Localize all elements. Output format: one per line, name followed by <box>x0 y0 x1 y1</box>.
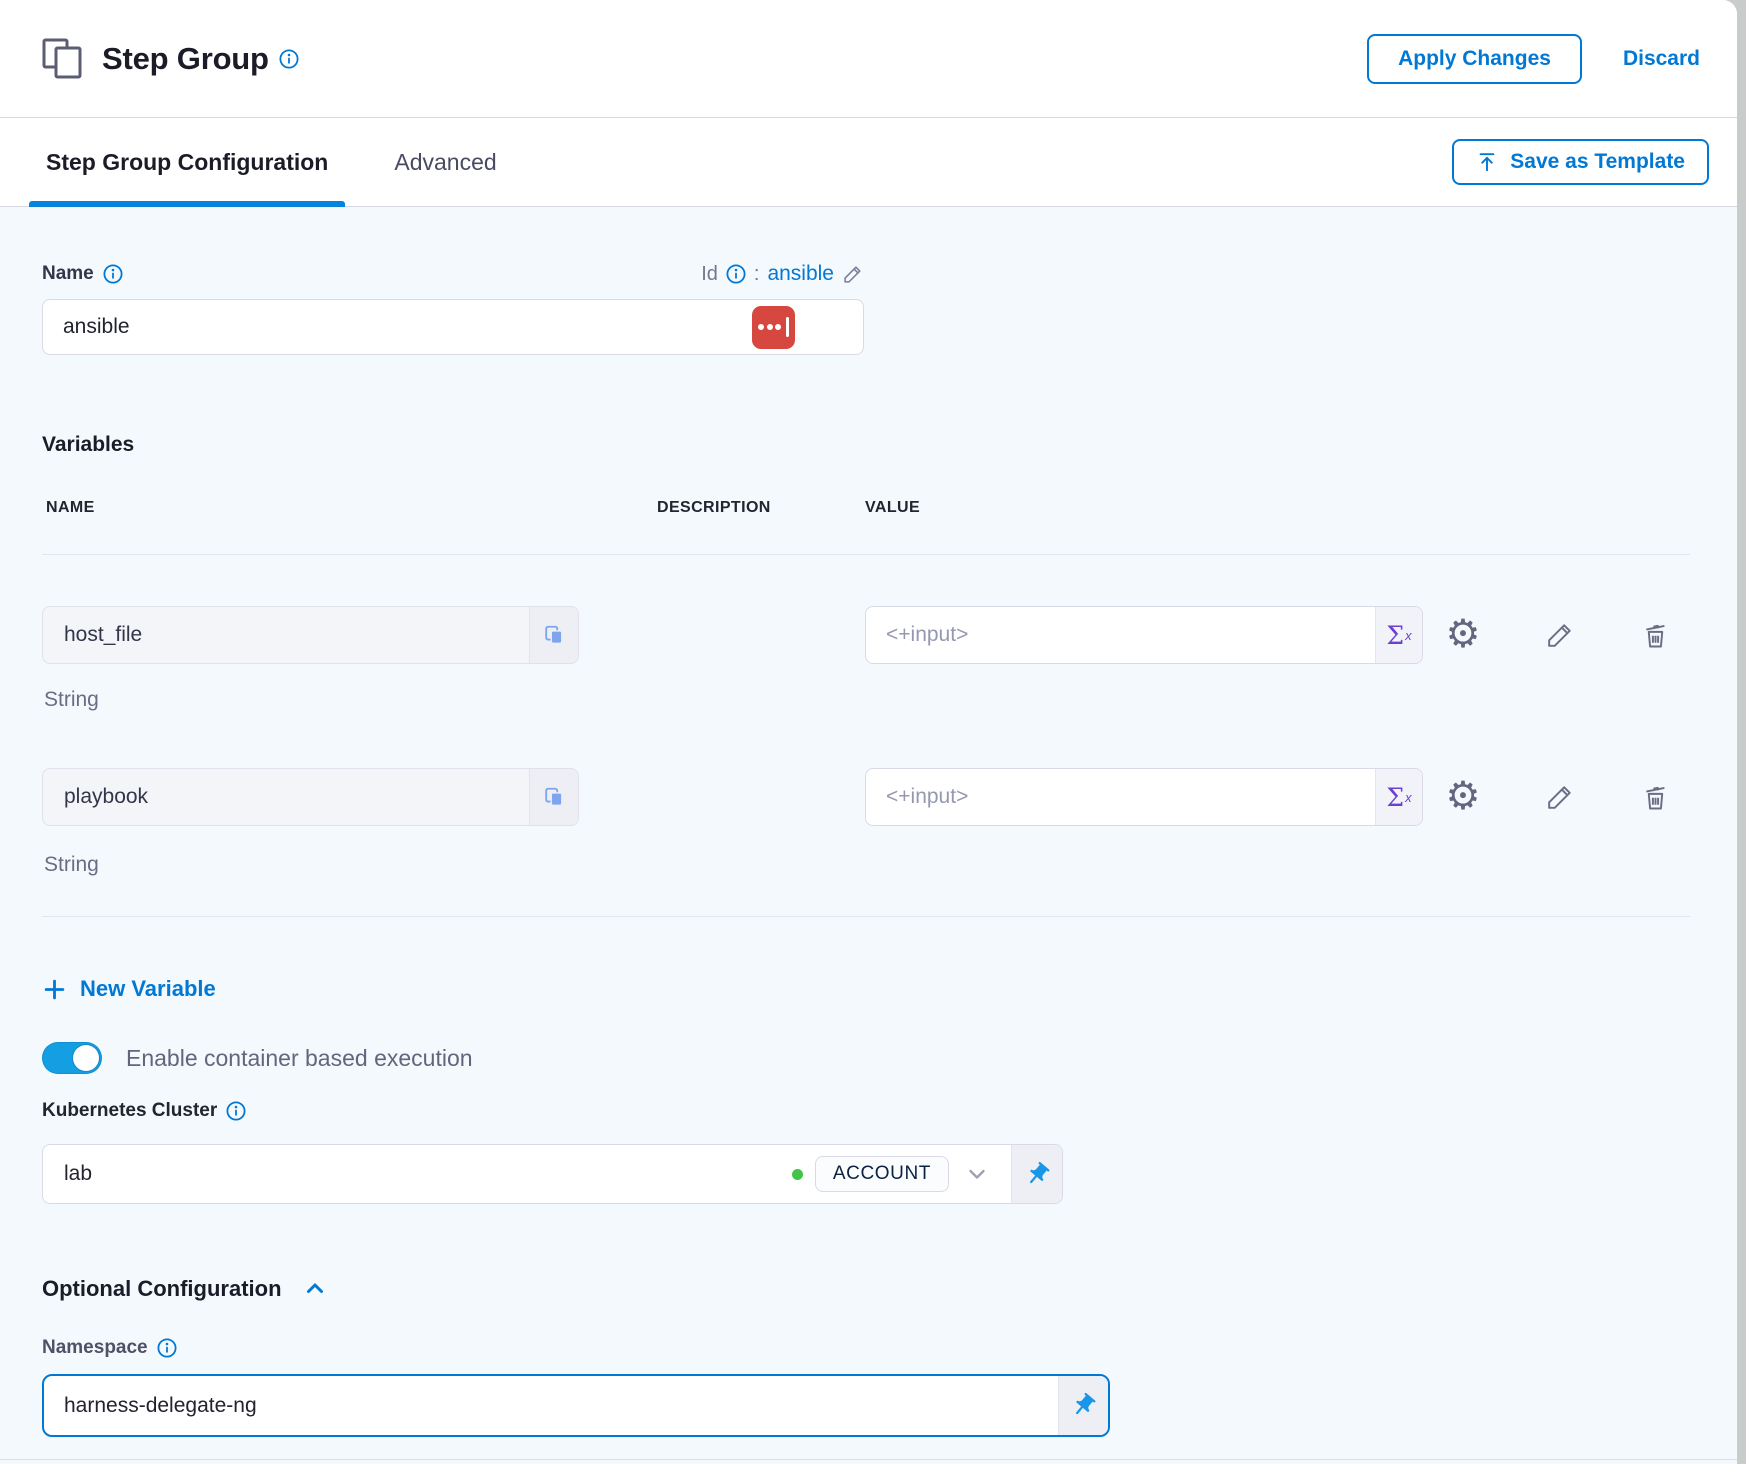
panel-header: Step Group Apply Changes Discard <box>0 0 1737 118</box>
step-group-configuration-form: Name Id : ansible <box>0 207 1737 1464</box>
pencil-icon <box>1544 620 1575 651</box>
variable-edit-button[interactable] <box>1542 780 1576 814</box>
variables-table-header: NAME DESCRIPTION VALUE <box>42 499 1737 517</box>
variable-row: playbook Σx ⚙ <box>42 768 1737 826</box>
connector-status-dot <box>792 1169 803 1180</box>
container-execution-label: Enable container based execution <box>126 1045 473 1072</box>
column-name: NAME <box>42 499 657 517</box>
entity-id-block: Id : ansible <box>701 262 864 286</box>
edit-id-icon[interactable] <box>842 263 864 285</box>
divider <box>0 1459 1737 1460</box>
copy-button[interactable] <box>529 769 578 825</box>
kubernetes-cluster-label: Kubernetes Cluster <box>42 1100 217 1122</box>
info-icon[interactable] <box>157 1338 177 1358</box>
name-label-group: Name <box>42 263 123 285</box>
pin-icon <box>1024 1161 1051 1188</box>
namespace-label-group: Namespace <box>42 1337 1737 1359</box>
discard-button[interactable]: Discard <box>1623 47 1700 71</box>
new-variable-label: New Variable <box>80 976 216 1002</box>
tab-bar: Step Group Configuration Advanced Save a… <box>0 118 1737 207</box>
namespace-input[interactable] <box>44 1376 1058 1435</box>
variable-name-field: host_file <box>42 606 579 664</box>
kubernetes-cluster-input[interactable] <box>64 1162 792 1186</box>
upload-icon <box>1476 151 1498 173</box>
chevron-up-icon <box>303 1277 327 1301</box>
trash-icon <box>1640 782 1671 813</box>
password-manager-icon[interactable] <box>752 306 795 349</box>
tab-advanced[interactable]: Advanced <box>377 118 513 206</box>
name-input-group <box>42 299 864 355</box>
optional-configuration-title: Optional Configuration <box>42 1276 282 1302</box>
divider <box>42 916 1690 917</box>
namespace-field <box>42 1374 1110 1437</box>
variable-value-input[interactable] <box>866 769 1375 825</box>
kubernetes-cluster-field: ACCOUNT <box>42 1144 1063 1204</box>
tab-step-group-configuration[interactable]: Step Group Configuration <box>29 118 345 206</box>
copy-icon <box>543 624 565 646</box>
container-execution-toggle[interactable] <box>42 1042 102 1074</box>
copy-button[interactable] <box>529 607 578 663</box>
info-icon[interactable] <box>103 264 123 284</box>
kubernetes-cluster-select[interactable]: ACCOUNT <box>43 1145 1011 1203</box>
page-title: Step Group <box>102 41 269 77</box>
pin-icon <box>1070 1392 1097 1419</box>
chevron-down-icon[interactable] <box>965 1162 989 1186</box>
kubernetes-cluster-label-group: Kubernetes Cluster <box>42 1100 1737 1122</box>
save-as-template-button[interactable]: Save as Template <box>1452 139 1709 185</box>
info-icon[interactable] <box>226 1101 246 1121</box>
variables-title: Variables <box>42 433 1737 457</box>
step-group-panel: Step Group Apply Changes Discard Step Gr… <box>0 0 1737 1464</box>
sigma-icon: Σ <box>1386 621 1404 650</box>
variable-name-field: playbook <box>42 768 579 826</box>
optional-configuration-header[interactable]: Optional Configuration <box>42 1276 327 1302</box>
name-input[interactable] <box>63 315 752 339</box>
variable-type-label: String <box>44 688 1737 715</box>
pencil-icon <box>1544 782 1575 813</box>
new-variable-button[interactable]: New Variable <box>42 976 216 1002</box>
id-value: ansible <box>767 262 834 286</box>
container-execution-row: Enable container based execution <box>42 1042 1737 1074</box>
trash-icon <box>1640 620 1671 651</box>
sigma-sup: x <box>1405 628 1412 643</box>
variable-settings-button[interactable]: ⚙ <box>1446 780 1480 814</box>
namespace-label: Namespace <box>42 1337 148 1359</box>
save-as-template-label: Save as Template <box>1510 150 1685 174</box>
step-group-icon <box>40 36 86 82</box>
name-label: Name <box>42 263 94 285</box>
name-id-row: Name Id : ansible <box>42 207 864 286</box>
plus-icon <box>42 977 67 1002</box>
variable-value-field: Σx <box>865 606 1423 664</box>
variable-type-label: String <box>44 853 1737 880</box>
variable-edit-button[interactable] <box>1542 618 1576 652</box>
toggle-knob <box>73 1045 99 1071</box>
sigma-sup: x <box>1405 790 1412 805</box>
variable-name-value: playbook <box>43 769 529 825</box>
copy-icon <box>543 786 565 808</box>
info-icon[interactable] <box>279 49 299 69</box>
variable-value-field: Σx <box>865 768 1423 826</box>
sigma-icon: Σ <box>1386 783 1404 812</box>
divider <box>42 554 1690 555</box>
variable-delete-button[interactable] <box>1638 780 1672 814</box>
id-separator: : <box>754 263 760 286</box>
variable-settings-button[interactable]: ⚙ <box>1446 618 1480 652</box>
variable-row: host_file Σx ⚙ <box>42 606 1737 664</box>
variable-name-value: host_file <box>43 607 529 663</box>
pin-button[interactable] <box>1011 1145 1062 1203</box>
expression-toggle-button[interactable]: Σx <box>1375 769 1422 825</box>
variable-delete-button[interactable] <box>1638 618 1672 652</box>
pin-button[interactable] <box>1058 1376 1108 1435</box>
column-description: DESCRIPTION <box>657 499 865 517</box>
id-label: Id <box>701 263 718 286</box>
variable-value-input[interactable] <box>866 607 1375 663</box>
expression-toggle-button[interactable]: Σx <box>1375 607 1422 663</box>
info-icon[interactable] <box>726 264 746 284</box>
scope-badge: ACCOUNT <box>815 1156 949 1192</box>
column-value: VALUE <box>865 499 1737 517</box>
apply-changes-button[interactable]: Apply Changes <box>1367 34 1582 84</box>
